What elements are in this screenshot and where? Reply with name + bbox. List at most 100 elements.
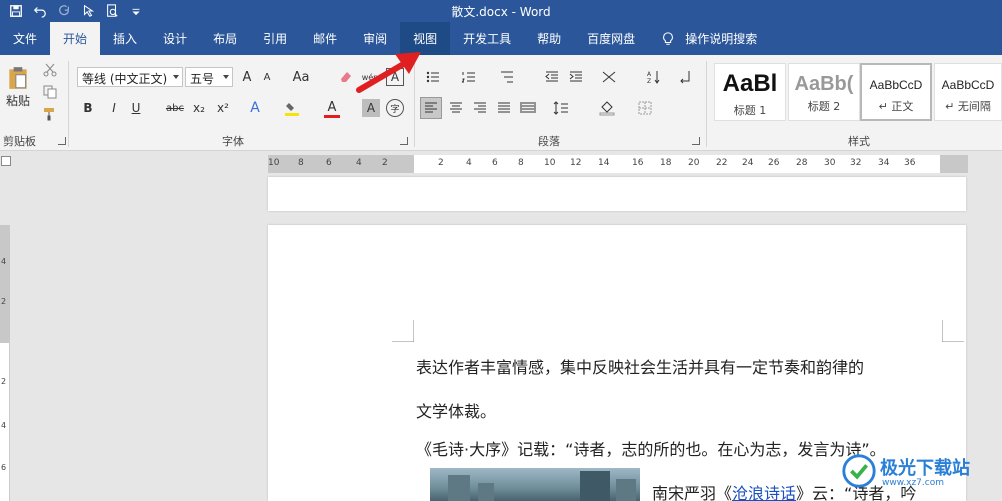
paste-label: 粘贴 (5, 93, 30, 108)
ruler-number: 24 (742, 158, 754, 168)
line-spacing-button[interactable] (550, 98, 572, 118)
bullets-button[interactable] (422, 68, 444, 86)
tell-me-label: 操作说明搜索 (685, 32, 758, 46)
align-center-button[interactable] (446, 98, 466, 118)
shading-button[interactable] (596, 98, 618, 118)
style-name: 标题 1 (733, 104, 767, 117)
horizontal-ruler[interactable]: 10 8 6 4 2 2 4 6 8 10 12 14 16 18 20 22 24 26 28 30 32 34 36 (268, 155, 968, 173)
borders-icon (638, 101, 652, 115)
chevron-down-icon (173, 75, 179, 79)
strikethrough-button[interactable]: abc (164, 99, 186, 117)
font-color-glyph: A (327, 99, 337, 115)
highlighter-icon (285, 103, 299, 116)
title-bar: 散文.docx - Word (0, 0, 1002, 22)
decrease-indent-button[interactable] (542, 68, 562, 86)
ruler-number: 18 (660, 158, 672, 168)
ruler-number: 4 (356, 158, 362, 168)
eraser-icon (341, 72, 351, 82)
multilevel-list-button[interactable] (496, 68, 518, 86)
bold-button[interactable]: B (80, 99, 96, 117)
numbered-list-icon (461, 72, 475, 83)
tab-layout[interactable]: 布局 (200, 22, 250, 55)
hyperlink[interactable]: 沧浪诗话 (732, 484, 796, 501)
tab-references[interactable]: 引用 (250, 22, 300, 55)
style-no-spacing[interactable]: AaBbCcD ↵ 无间隔 (934, 63, 1002, 121)
clipboard-launcher[interactable] (58, 137, 66, 145)
font-color-button[interactable]: A (322, 99, 342, 119)
ruler-number: 4 (466, 158, 472, 168)
paste-button[interactable]: 粘贴 (2, 61, 34, 111)
justify-button[interactable] (494, 98, 514, 118)
highlight-color-button[interactable] (282, 99, 302, 119)
lightbulb-icon (663, 31, 674, 45)
underline-button[interactable]: U (128, 99, 144, 117)
style-heading-1[interactable]: AaBl 标题 1 (714, 63, 786, 121)
align-left-button[interactable] (420, 97, 442, 119)
body-text-line[interactable]: 表达作者丰富情感，集中反映社会生活并具有一定节奏和韵律的 (416, 354, 864, 378)
tab-developer[interactable]: 开发工具 (450, 22, 524, 55)
font-name-select[interactable]: 等线 (中文正文) (77, 67, 183, 87)
ruler-number: 30 (824, 158, 836, 168)
format-painter-button[interactable] (40, 105, 60, 123)
tab-mailings[interactable]: 邮件 (300, 22, 350, 55)
vertical-ruler[interactable]: 4 2 2 4 6 (0, 225, 10, 501)
numbering-button[interactable] (458, 68, 480, 86)
ruler-margin-right (940, 155, 968, 173)
chinese-layout-button[interactable] (598, 68, 620, 86)
style-sample: AaBl (722, 70, 778, 97)
tab-file[interactable]: 文件 (0, 22, 50, 55)
ruler-number: 26 (768, 158, 780, 168)
align-right-button[interactable] (470, 98, 490, 118)
font-name-value: 等线 (中文正文) (82, 72, 168, 86)
grow-font-button[interactable]: A (238, 68, 256, 86)
group-separator (68, 61, 69, 147)
paint-bucket-icon (599, 101, 615, 116)
italic-button[interactable]: I (106, 99, 122, 117)
sort-button[interactable]: AZ (644, 68, 664, 86)
outdent-icon (545, 71, 558, 82)
tab-selector[interactable] (1, 156, 11, 166)
copy-button[interactable] (40, 83, 60, 101)
crop-mark-top-right (942, 320, 964, 342)
watermark-logo-icon (842, 454, 876, 488)
tab-home[interactable]: 开始 (50, 22, 101, 55)
change-case-button[interactable]: Aa (288, 68, 314, 86)
ruler-number: 10 (544, 158, 556, 168)
tell-me-search[interactable]: 操作说明搜索 (648, 22, 770, 55)
align-center-icon (450, 102, 462, 113)
style-normal[interactable]: AaBbCcD ↵ 正文 (860, 63, 932, 121)
cut-button[interactable] (40, 61, 60, 79)
font-launcher[interactable] (400, 137, 408, 145)
paragraph-mark-icon (680, 71, 690, 84)
tab-design[interactable]: 设计 (150, 22, 200, 55)
shrink-font-button[interactable]: A (258, 68, 276, 86)
styles-group-label: 样式 (848, 135, 870, 148)
red-arrow-icon (356, 52, 421, 93)
enclose-characters-button[interactable]: 字 (386, 99, 404, 117)
font-group-label: 字体 (222, 135, 244, 148)
tab-baidu-netdisk[interactable]: 百度网盘 (574, 22, 648, 55)
vruler-number: 6 (1, 463, 7, 472)
text-effects-button[interactable]: A (246, 99, 264, 117)
style-name: ↵ 无间隔 (945, 100, 991, 113)
paragraph-launcher[interactable] (692, 137, 700, 145)
ribbon-tabs: 文件 开始 插入 设计 布局 引用 邮件 审阅 视图 开发工具 帮助 百度网盘 … (0, 22, 1002, 55)
superscript-button[interactable]: x² (214, 99, 232, 117)
body-text-line[interactable]: 文学体裁。 (416, 398, 496, 422)
subscript-button[interactable]: x₂ (190, 99, 208, 117)
body-text-line[interactable]: 《毛诗·大序》记载：“诗者，志的所的也。在心为志，发言为诗”。 (416, 436, 886, 460)
inline-image[interactable] (430, 468, 640, 501)
show-marks-button[interactable] (676, 68, 694, 86)
ruler-number: 10 (268, 158, 280, 168)
tab-help[interactable]: 帮助 (524, 22, 574, 55)
character-shading-button[interactable]: A (362, 99, 380, 117)
increase-indent-button[interactable] (566, 68, 586, 86)
tab-insert[interactable]: 插入 (100, 22, 150, 55)
borders-button[interactable] (634, 98, 656, 118)
clear-formatting-button[interactable] (336, 68, 356, 86)
style-sample: AaBb( (794, 73, 854, 95)
font-size-select[interactable]: 五号 (185, 67, 233, 87)
vruler-number: 4 (1, 257, 7, 266)
distributed-button[interactable] (518, 98, 538, 118)
style-heading-2[interactable]: AaBb( 标题 2 (788, 63, 860, 121)
